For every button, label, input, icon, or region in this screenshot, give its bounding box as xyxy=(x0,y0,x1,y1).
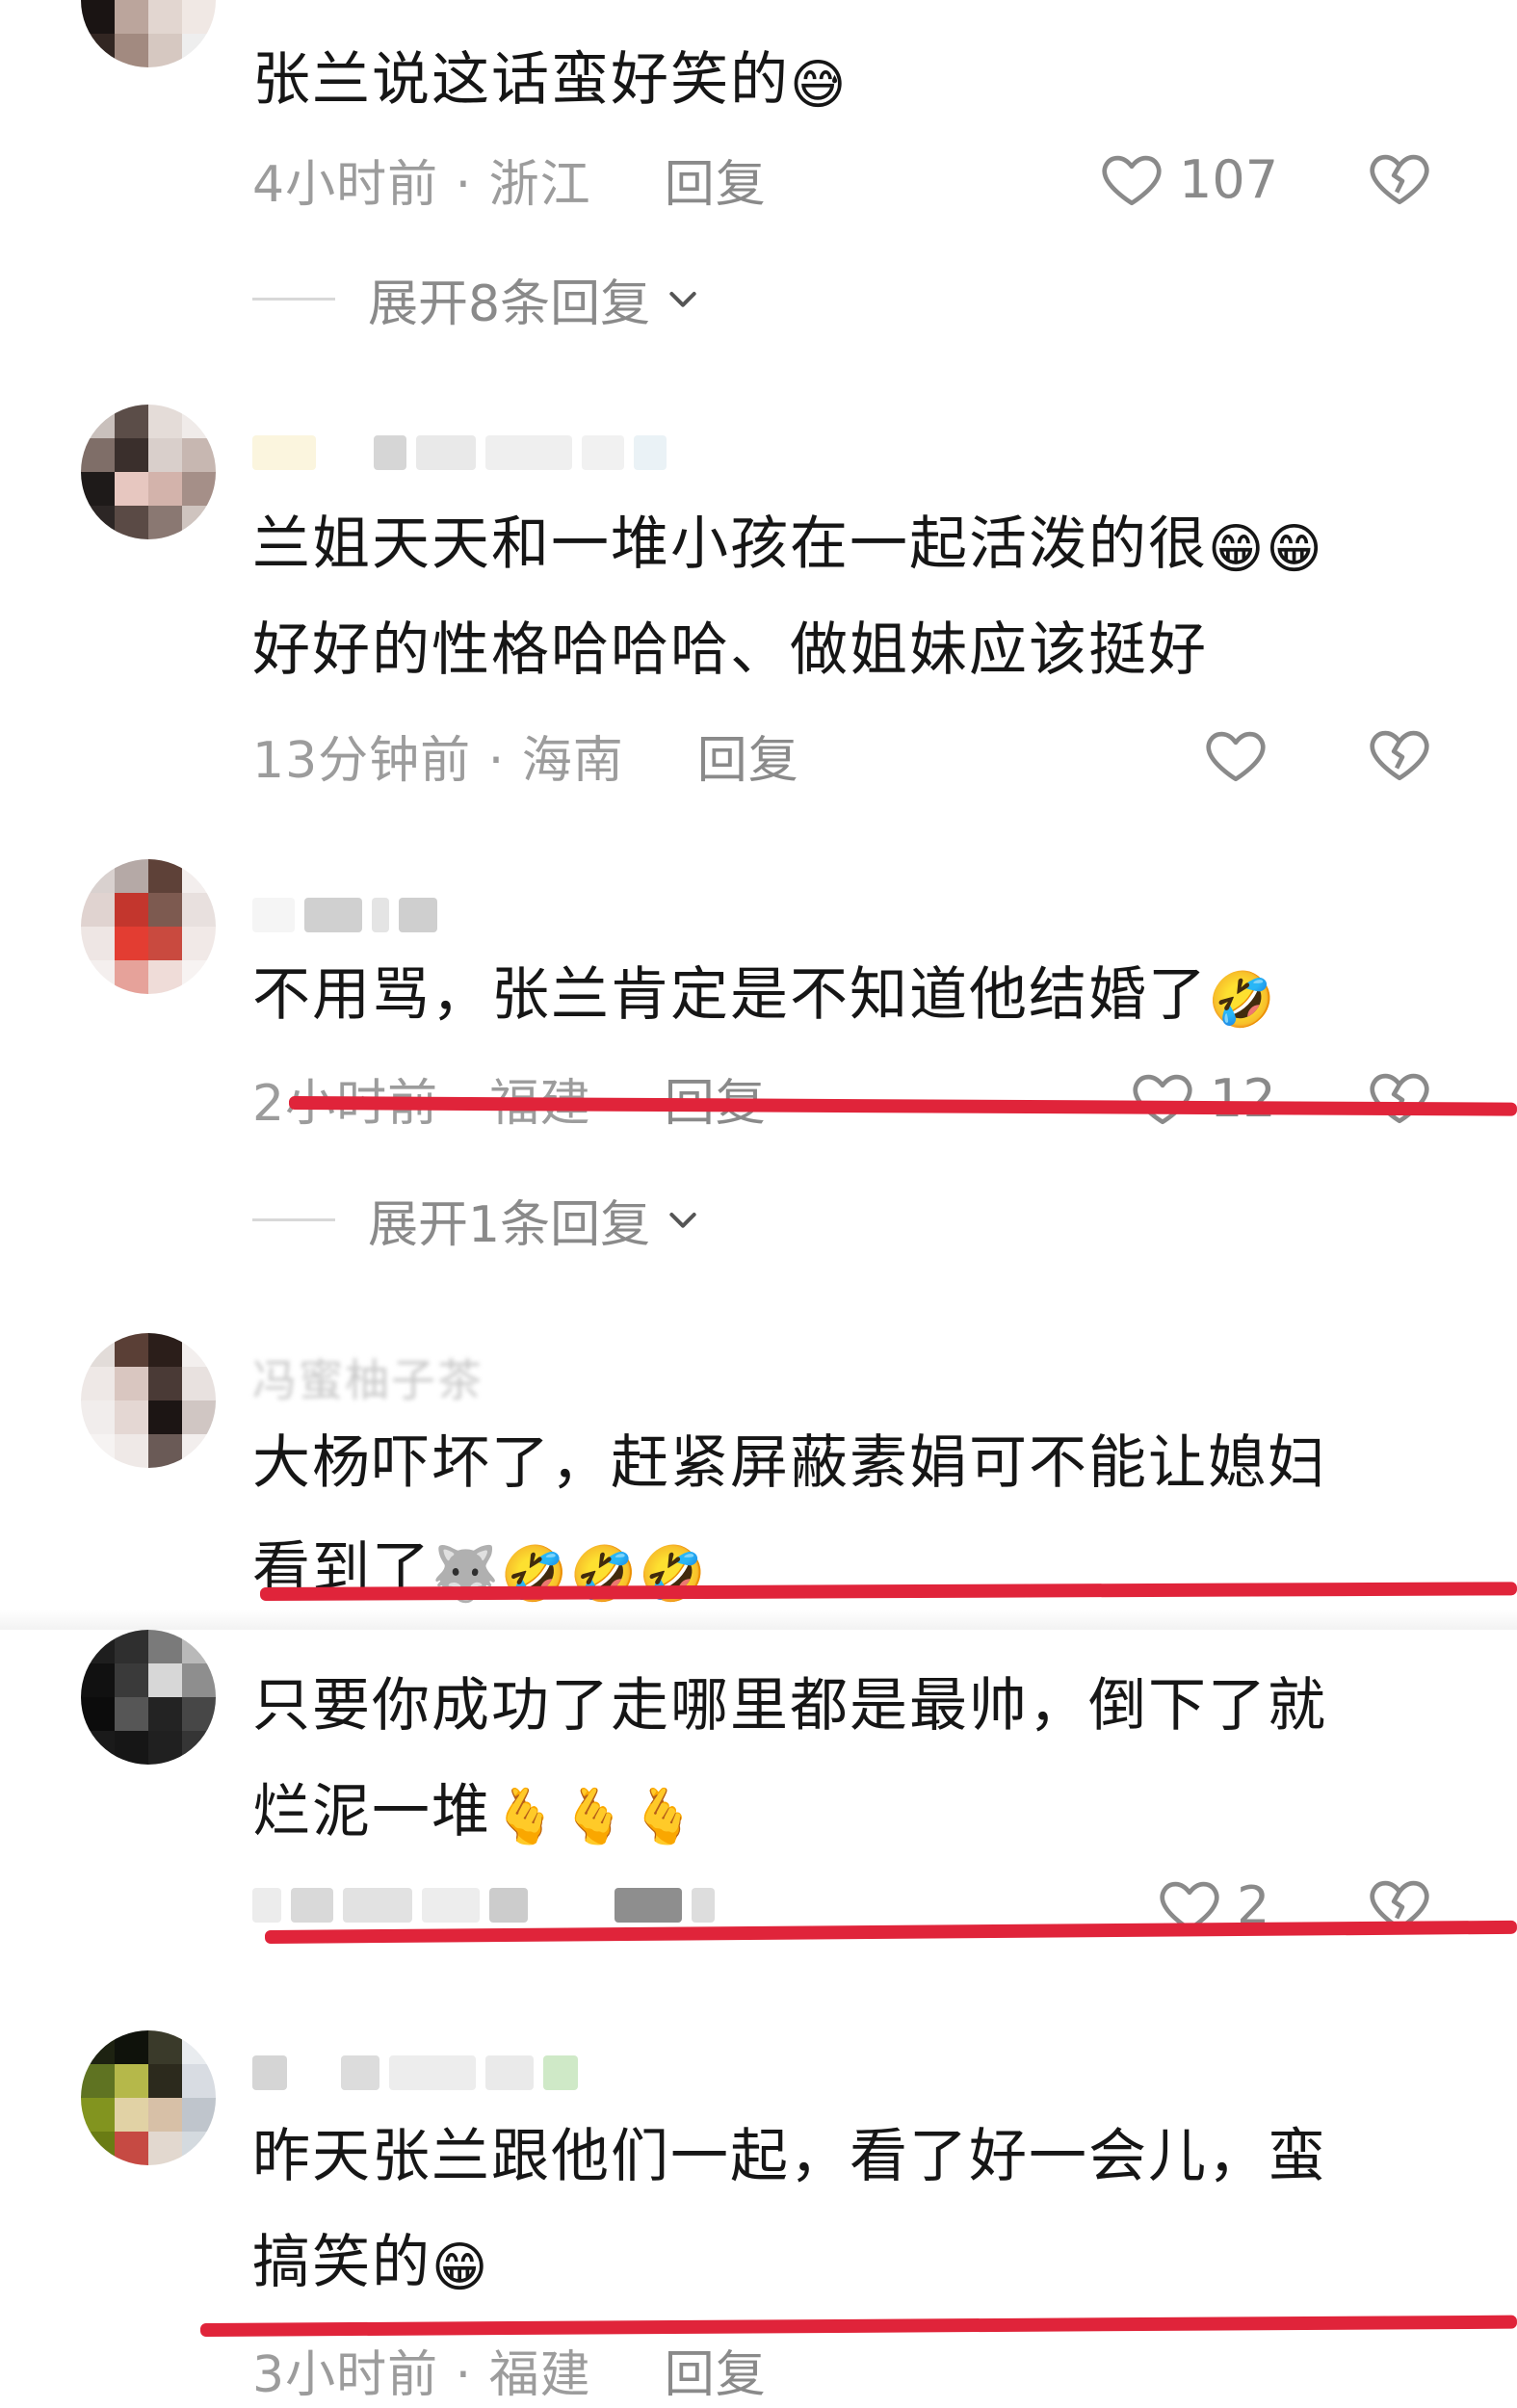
broken-heart-icon[interactable] xyxy=(1366,144,1433,212)
comment-text: 兰姐天天和一堆小孩在一起活泼的很😁😁 好好的性格哈哈哈、做姐妹应该挺好 xyxy=(252,510,1324,684)
comment-meta-redacted xyxy=(252,1876,715,1934)
like-button[interactable] xyxy=(1202,717,1283,794)
expand-replies-button[interactable]: 展开1条回复 xyxy=(252,1181,702,1258)
chevron-down-icon xyxy=(669,1213,696,1228)
comment-text: 只要你成功了走哪里都是最帅，倒下了就 烂泥一堆🫰🫰🫰 xyxy=(252,1672,1327,1848)
like-button[interactable]: 12 xyxy=(1129,1060,1276,1137)
avatar[interactable] xyxy=(81,405,216,539)
comment-meta: 4小时前 · 浙江 回复 xyxy=(252,141,767,218)
heart-outline-icon xyxy=(1206,731,1266,782)
avatar[interactable] xyxy=(81,1630,216,1765)
broken-heart-icon[interactable] xyxy=(1366,720,1433,788)
avatar[interactable] xyxy=(81,859,216,994)
comment-time-location: 4小时前 · 浙江 xyxy=(252,155,591,214)
rofl-emoji: 🤣 xyxy=(1208,969,1277,1032)
grin-emoji: 😁 xyxy=(1266,518,1324,581)
avatar[interactable] xyxy=(81,0,216,67)
like-count: 12 xyxy=(1210,1067,1276,1129)
divider-line xyxy=(252,297,335,301)
expand-replies-label: 展开8条回复 xyxy=(368,275,651,333)
comment-meta: 3小时前 · 福建 回复 xyxy=(252,2331,767,2408)
divider-line xyxy=(252,1217,335,1221)
heart-outline-icon xyxy=(1133,1074,1192,1125)
username-redacted xyxy=(252,2044,578,2102)
username[interactable]: 冯蜜柚子茶 xyxy=(252,1348,484,1406)
finger-heart-emoji: 🫰 xyxy=(491,1786,561,1848)
comment-time-location: 3小时前 · 福建 xyxy=(252,2345,591,2404)
avatar[interactable] xyxy=(81,2030,216,2165)
finger-heart-emoji: 🫰 xyxy=(629,1786,699,1848)
comment-text: 不用骂，张兰肯定是不知道他结婚了🤣 xyxy=(252,961,1277,1032)
expand-replies-label: 展开1条回复 xyxy=(368,1195,651,1254)
heart-outline-icon xyxy=(1102,155,1162,206)
broken-heart-icon[interactable] xyxy=(1366,1063,1433,1131)
username-redacted xyxy=(252,886,437,944)
grin-emoji: 😁 xyxy=(432,2237,490,2299)
like-count: 107 xyxy=(1179,148,1279,210)
reply-button[interactable]: 回复 xyxy=(697,720,799,792)
divider-shade xyxy=(0,1610,1517,1630)
comment-meta: 13分钟前 · 海南 回复 xyxy=(252,717,799,794)
comment-time-location: 13分钟前 · 海南 xyxy=(252,731,624,790)
avatar[interactable] xyxy=(81,1333,216,1468)
comment-text: 昨天张兰跟他们一起，看了好一会儿，蛮 搞笑的😁 xyxy=(252,2123,1327,2299)
comment-text: 张兰说这话蛮好笑的😅 xyxy=(252,46,849,117)
username-redacted xyxy=(252,424,667,482)
sweat-smile-emoji: 😅 xyxy=(790,54,849,117)
like-button[interactable]: 107 xyxy=(1098,141,1278,218)
finger-heart-emoji: 🫰 xyxy=(560,1786,630,1848)
expand-replies-button[interactable]: 展开8条回复 xyxy=(252,260,702,337)
chevron-down-icon xyxy=(669,292,696,307)
reply-button[interactable]: 回复 xyxy=(665,2334,767,2406)
grin-emoji: 😁 xyxy=(1208,518,1267,581)
reply-button[interactable]: 回复 xyxy=(665,144,767,216)
